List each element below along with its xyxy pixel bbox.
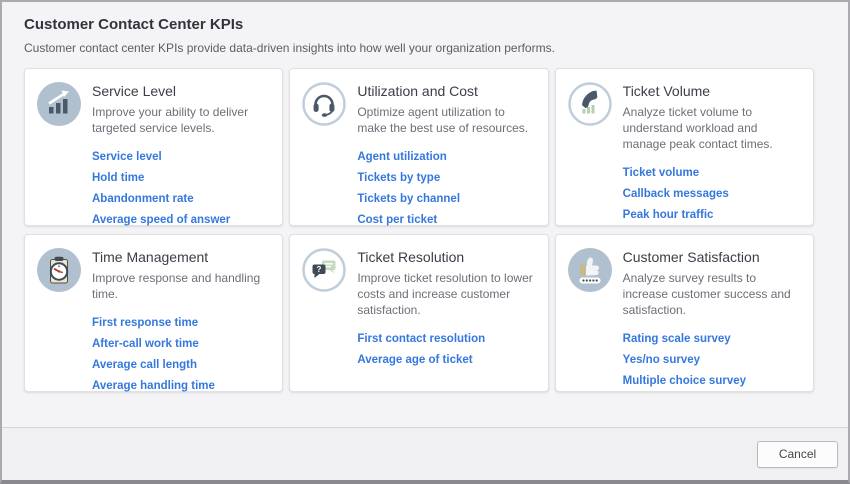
link-service-level[interactable]: Service level (92, 151, 162, 163)
link-first-response-time[interactable]: First response time (92, 317, 198, 329)
link-cost-per-ticket[interactable]: Cost per ticket (357, 214, 437, 226)
link-average-call-length[interactable]: Average call length (92, 359, 197, 371)
link-hold-time[interactable]: Hold time (92, 172, 144, 184)
kpi-card-ticket-volume: Ticket Volume Analyze ticket volume to u… (555, 68, 814, 226)
dialog-footer: Cancel (2, 427, 848, 480)
page-subtitle: Customer contact center KPIs provide dat… (24, 41, 826, 55)
card-description: Analyze ticket volume to understand work… (623, 104, 801, 152)
link-rating-scale-survey[interactable]: Rating scale survey (623, 333, 731, 345)
dialog-header: Customer Contact Center KPIs Customer co… (2, 2, 848, 55)
phone-handset-icon (568, 82, 612, 126)
card-description: Analyze survey results to increase custo… (623, 270, 801, 318)
link-average-speed-of-answer[interactable]: Average speed of answer (92, 214, 230, 226)
card-title: Ticket Resolution (357, 249, 535, 265)
link-first-contact-resolution[interactable]: First contact resolution (357, 333, 485, 345)
link-tickets-by-channel[interactable]: Tickets by channel (357, 193, 460, 205)
card-description: Improve response and handling time. (92, 270, 270, 302)
link-after-call-work-time[interactable]: After-call work time (92, 338, 199, 350)
kpi-card-grid: Service Level Improve your ability to de… (24, 68, 814, 392)
chat-bubbles-icon: ? (302, 248, 346, 292)
thumbs-up-icon (568, 248, 612, 292)
kpi-card-customer-satisfaction: Customer Satisfaction Analyze survey res… (555, 234, 814, 392)
stopwatch-icon (37, 248, 81, 292)
card-title: Time Management (92, 249, 270, 265)
card-title: Service Level (92, 83, 270, 99)
kpi-picker-dialog: Customer Contact Center KPIs Customer co… (0, 0, 850, 484)
kpi-card-utilization-and-cost: Utilization and Cost Optimize agent util… (289, 68, 548, 226)
card-description: Improve your ability to deliver targeted… (92, 104, 270, 136)
kpi-card-ticket-resolution: ? Ticket Resolution Improve ticket resol… (289, 234, 548, 392)
link-peak-hour-traffic[interactable]: Peak hour traffic (623, 209, 714, 221)
kpi-card-time-management: Time Management Improve response and han… (24, 234, 283, 392)
bar-chart-trend-icon (37, 82, 81, 126)
card-description: Optimize agent utilization to make the b… (357, 104, 535, 136)
link-callback-messages[interactable]: Callback messages (623, 188, 729, 200)
link-agent-utilization[interactable]: Agent utilization (357, 151, 446, 163)
svg-text:?: ? (317, 265, 322, 274)
cancel-button[interactable]: Cancel (757, 441, 838, 468)
link-ticket-volume[interactable]: Ticket volume (623, 167, 700, 179)
link-average-handling-time[interactable]: Average handling time (92, 380, 215, 392)
card-title: Customer Satisfaction (623, 249, 801, 265)
link-yes-no-survey[interactable]: Yes/no survey (623, 354, 700, 366)
link-multiple-choice-survey[interactable]: Multiple choice survey (623, 375, 746, 387)
page-title: Customer Contact Center KPIs (24, 16, 826, 33)
link-abandonment-rate[interactable]: Abandonment rate (92, 193, 194, 205)
link-tickets-by-type[interactable]: Tickets by type (357, 172, 440, 184)
card-description: Improve ticket resolution to lower costs… (357, 270, 535, 318)
kpi-card-service-level: Service Level Improve your ability to de… (24, 68, 283, 226)
card-title: Utilization and Cost (357, 83, 535, 99)
card-title: Ticket Volume (623, 83, 801, 99)
headset-icon (302, 82, 346, 126)
link-average-age-of-ticket[interactable]: Average age of ticket (357, 354, 472, 366)
